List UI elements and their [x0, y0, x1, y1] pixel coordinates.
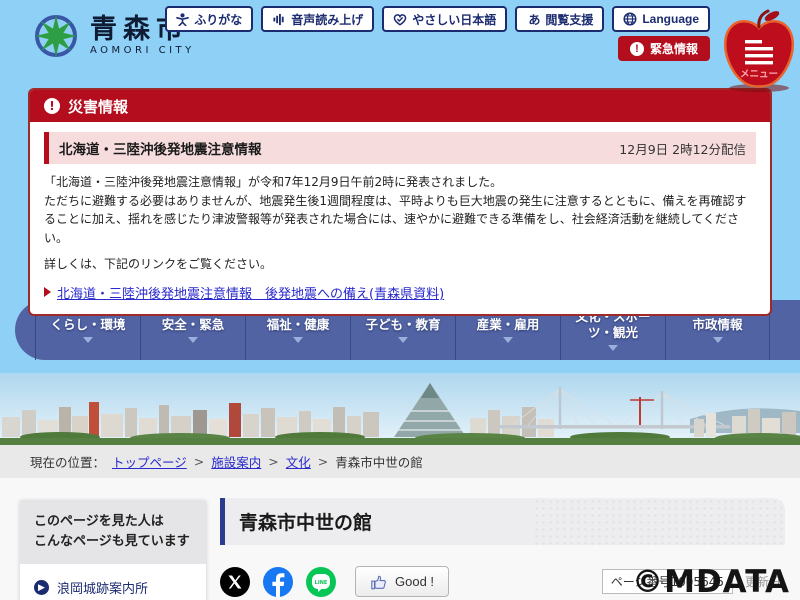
disaster-panel-title: 災害情報 [68, 97, 129, 116]
link-arrow-icon [44, 287, 51, 298]
heart-icon [394, 13, 407, 26]
easy-japanese-button[interactable]: やさしい日本語 [382, 6, 508, 32]
disaster-paragraph-1: 「北海道・三陸沖後発地震注意情報」が令和7年12月9日午前2時に発表されました。 [44, 175, 503, 189]
speech-audio-icon [273, 13, 284, 25]
x-logo-icon [228, 575, 242, 588]
language-button[interactable]: Language [612, 6, 710, 32]
alert-exclamation-icon: ! [44, 98, 60, 114]
breadcrumb-link-facilities[interactable]: 施設案内 [211, 452, 261, 471]
site-subtitle: AOMORI CITY [90, 45, 195, 56]
aomori-city-emblem-icon [35, 15, 77, 57]
accessibility-toolbar: ふりがな 音声読み上げ やさしい日本語 あ 閲覧支援 Language [165, 6, 710, 32]
breadcrumb-prefix: 現在の位置： [30, 455, 106, 470]
disaster-notice-title: 北海道・三陸沖後発地震注意情報 [59, 142, 262, 158]
share-x-button[interactable] [220, 566, 250, 597]
chevron-down-icon [398, 337, 408, 344]
share-facebook-button[interactable] [263, 566, 293, 597]
svg-text:LINE: LINE [315, 580, 328, 586]
svg-text:あ: あ [529, 13, 541, 26]
line-logo-icon: LINE [312, 573, 330, 592]
emergency-info-button[interactable]: ! 緊急情報 [617, 36, 710, 61]
related-page-link[interactable]: ▶ 浪岡城跡案内所 [20, 564, 206, 600]
breadcrumb-link-culture[interactable]: 文化 [286, 452, 311, 471]
disaster-paragraph-2: ただちに避難する必要はありませんが、地震発生後1週間程度は、平時よりも巨大地震の… [44, 193, 747, 245]
facebook-logo-icon [272, 572, 285, 597]
circle-arrow-icon: ▶ [34, 580, 49, 596]
breadcrumb-link-home[interactable]: トップページ [112, 452, 187, 471]
accessibility-a-icon: あ [529, 13, 541, 26]
breadcrumb: 現在の位置： トップページ > 施設案内 > 文化 > 青森市中世の館 [0, 445, 800, 478]
page-title-box: 青森市中世の館 [220, 498, 785, 545]
chevron-down-icon [293, 337, 303, 344]
related-pages-header: このページを見た人は こんなページも見ています [20, 500, 206, 565]
disaster-paragraph-3: 詳しくは、下記のリンクをご覧ください。 [44, 257, 273, 272]
header-section: 青森市 AOMORI CITY ふりがな 音声読み上げ やさしい日本語 あ 閲覧… [0, 0, 800, 373]
related-pages-card: このページを見た人は こんなページも見ています ▶ 浪岡城跡案内所 [20, 500, 206, 600]
browse-support-button[interactable]: あ 閲覧支援 [515, 6, 605, 32]
furigana-button[interactable]: ふりがな [165, 6, 254, 32]
disaster-notice-row: 北海道・三陸沖後発地震注意情報 12月9日 2時12分配信 [44, 132, 756, 164]
page-title: 青森市中世の館 [239, 512, 373, 534]
chevron-down-icon [712, 337, 723, 344]
thumbs-up-icon [371, 575, 386, 589]
chevron-down-icon [608, 345, 618, 352]
svg-text:メニュー: メニュー [740, 69, 778, 80]
disaster-detail-link[interactable]: 北海道・三陸沖後発地震注意情報 後発地震への備え(青森県資料) [57, 283, 444, 302]
apple-menu-icon: メニュー [724, 9, 794, 92]
good-like-button[interactable]: Good ! [355, 566, 450, 597]
share-line-button[interactable]: LINE [306, 566, 336, 597]
furigana-person-icon [176, 12, 190, 26]
exclamation-icon: ! [629, 41, 644, 56]
mdata-watermark: ©MDATA [632, 564, 790, 600]
breadcrumb-current: 青森市中世の館 [335, 455, 423, 470]
globe-icon [623, 12, 637, 26]
chevron-down-icon [83, 337, 93, 344]
text-to-speech-button[interactable]: 音声読み上げ [261, 6, 375, 32]
disaster-info-panel: ! 災害情報 北海道・三陸沖後発地震注意情報 12月9日 2時12分配信 「北海… [28, 88, 772, 316]
chevron-down-icon [503, 337, 513, 344]
menu-button[interactable]: メニュー [718, 4, 800, 92]
cityscape-banner-photo [0, 373, 800, 445]
chevron-down-icon [188, 337, 198, 344]
disaster-panel-header: ! 災害情報 [30, 90, 770, 122]
disaster-notice-time: 12月9日 2時12分配信 [619, 141, 746, 157]
